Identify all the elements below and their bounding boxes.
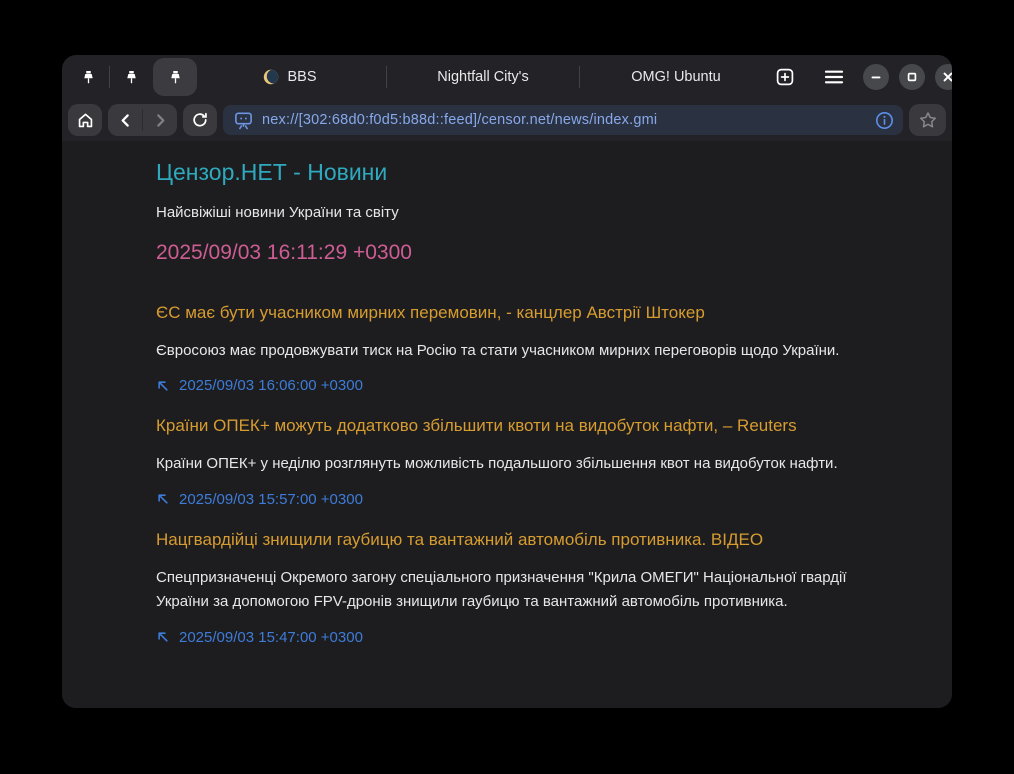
tab-label: BBS	[287, 69, 316, 85]
tab-divider	[386, 66, 387, 88]
pushpin-icon	[81, 70, 96, 85]
reload-button[interactable]	[183, 104, 217, 136]
article-link[interactable]: 2025/09/03 15:57:00 +0300	[156, 491, 856, 508]
forward-chevron-icon	[153, 113, 168, 128]
navigation-toolbar: nex://[302:68d0:f0d5:b88d::feed]/censor.…	[62, 99, 952, 141]
pinned-tab-3-active[interactable]	[153, 58, 197, 96]
plus-square-icon	[775, 67, 795, 87]
tab-divider	[109, 66, 110, 88]
minimize-button[interactable]	[863, 64, 889, 90]
info-icon[interactable]	[875, 111, 894, 130]
url-bar[interactable]: nex://[302:68d0:f0d5:b88d::feed]/censor.…	[223, 105, 903, 135]
new-tab-button[interactable]	[769, 61, 801, 93]
page-subtitle: Найсвіжіші новини України та світу	[156, 204, 856, 221]
back-chevron-icon	[118, 113, 133, 128]
computer-icon	[233, 111, 254, 130]
hamburger-icon	[824, 69, 844, 85]
article-summary: Євросоюз має продовжувати тиск на Росію …	[156, 339, 856, 363]
url-text[interactable]: nex://[302:68d0:f0d5:b88d::feed]/censor.…	[262, 112, 867, 128]
crescent-moon-icon	[263, 69, 279, 85]
arrow-up-left-icon	[156, 492, 170, 506]
reload-icon	[191, 111, 209, 129]
article-title: Нацгвардійці знищили гаубицю та вантажни…	[156, 530, 856, 550]
home-button[interactable]	[68, 104, 102, 136]
minimize-icon	[870, 71, 882, 83]
article-summary: Країни ОПЕК+ у неділю розглянуть можливі…	[156, 452, 856, 476]
browser-window: BBS Nightfall City's OMG! Ubuntu	[62, 55, 952, 708]
tab-label: Nightfall City's	[437, 69, 528, 85]
article-link-label: 2025/09/03 15:47:00 +0300	[179, 629, 363, 646]
feed-timestamp-heading: 2025/09/03 16:11:29 +0300	[156, 241, 856, 265]
forward-button[interactable]	[143, 104, 177, 136]
article-link-label: 2025/09/03 16:06:00 +0300	[179, 377, 363, 394]
page-title: Цензор.НЕТ - Новини	[156, 159, 856, 186]
article-link-label: 2025/09/03 15:57:00 +0300	[179, 491, 363, 508]
pinned-tab-1[interactable]	[70, 59, 106, 95]
pinned-tab-2[interactable]	[113, 59, 149, 95]
maximize-button[interactable]	[899, 64, 925, 90]
star-icon	[918, 110, 938, 130]
tab-bbs[interactable]: BBS	[197, 55, 383, 99]
menu-button[interactable]	[818, 61, 850, 93]
pushpin-icon	[168, 70, 183, 85]
pushpin-icon	[124, 70, 139, 85]
article-link[interactable]: 2025/09/03 15:47:00 +0300	[156, 629, 856, 646]
article-title: ЄС має бути учасником мирних перемовин, …	[156, 303, 856, 323]
arrow-up-left-icon	[156, 379, 170, 393]
tab-label: OMG! Ubuntu	[631, 69, 720, 85]
back-button[interactable]	[108, 104, 142, 136]
arrow-up-left-icon	[156, 630, 170, 644]
home-icon	[76, 111, 95, 130]
close-icon	[942, 71, 952, 83]
maximize-icon	[906, 71, 918, 83]
article: ЄС має бути учасником мирних перемовин, …	[156, 303, 856, 394]
close-button[interactable]	[935, 64, 952, 90]
article-title: Країни ОПЕК+ можуть додатково збільшити …	[156, 416, 856, 436]
tab-divider	[579, 66, 580, 88]
bookmark-star-button[interactable]	[909, 104, 946, 136]
article: Нацгвардійці знищили гаубицю та вантажни…	[156, 530, 856, 646]
page-content: Цензор.НЕТ - Новини Найсвіжіші новини Ук…	[62, 141, 952, 708]
article-link[interactable]: 2025/09/03 16:06:00 +0300	[156, 377, 856, 394]
tab-bar: BBS Nightfall City's OMG! Ubuntu	[62, 55, 952, 99]
back-forward-group	[108, 104, 177, 136]
tab-nightfall-citys[interactable]: Nightfall City's	[390, 55, 576, 99]
article: Країни ОПЕК+ можуть додатково збільшити …	[156, 416, 856, 507]
article-summary: Спецпризначенці Окремого загону спеціаль…	[156, 566, 856, 615]
tab-omg-ubuntu[interactable]: OMG! Ubuntu	[583, 55, 769, 99]
